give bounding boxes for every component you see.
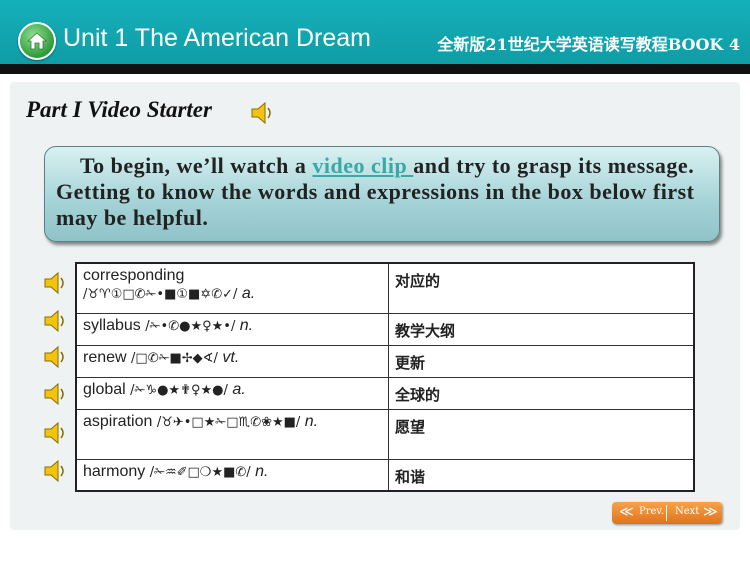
header-divider <box>0 64 750 74</box>
table-row: renew /□✆✁■✢◆∢/ vt. 更新 <box>75 344 695 378</box>
vocab-translation: 全球的 <box>388 376 695 410</box>
vocab-pronunciation: /✁♑●★✟♀★●/ <box>130 382 228 398</box>
double-chevron-right-icon[interactable]: ≫ <box>703 504 718 520</box>
vocabulary-table: corresponding /♉♈①□✆✁•■①■✡✆✓/ a. 对应的 syll… <box>75 262 695 492</box>
vocab-entry: renew /□✆✁■✢◆∢/ vt. <box>75 344 389 378</box>
pager: ≪ Prev. Next ≫ <box>612 502 722 524</box>
speaker-icon[interactable] <box>42 420 68 446</box>
vocab-word: syllabus <box>83 316 141 334</box>
speaker-icon[interactable] <box>42 344 68 370</box>
speaker-icon[interactable] <box>42 381 68 407</box>
table-row: global /✁♑●★✟♀★●/ a. 全球的 <box>75 376 695 410</box>
vocab-part-of-speech: n. <box>255 462 269 480</box>
vocab-pronunciation: /♉✈•□★✁□♏✆❀★■/ <box>156 414 301 430</box>
vocab-word: harmony <box>83 462 146 480</box>
part-title: Part I Video Starter <box>26 97 212 122</box>
home-icon <box>27 32 47 50</box>
table-row: aspiration /♉✈•□★✁□♏✆❀★■/ n. 愿望 <box>75 408 695 460</box>
next-button[interactable]: Next <box>675 506 699 517</box>
vocab-word: global <box>83 380 126 398</box>
vocab-part-of-speech: a. <box>241 285 256 302</box>
vocab-translation: 对应的 <box>388 262 695 314</box>
intro-text-before: To begin, we’ll watch a <box>80 153 313 178</box>
speaker-icon[interactable] <box>250 100 274 126</box>
home-button[interactable] <box>18 22 56 60</box>
vocab-translation: 教学大纲 <box>388 312 695 346</box>
pager-divider <box>666 505 667 521</box>
book-title: 全新版21世纪大学英语读写教程BOOK 4 <box>437 35 740 54</box>
vocab-entry: harmony /✁♒✐□❍★■✆/ n. <box>75 458 389 492</box>
vocab-word: corresponding <box>83 267 185 284</box>
speaker-icon[interactable] <box>42 308 68 334</box>
vocab-entry: aspiration /♉✈•□★✁□♏✆❀★■/ n. <box>75 408 389 460</box>
app-header: Unit 1 The American Dream 全新版21世纪大学英语读写教… <box>0 0 750 72</box>
vocab-pronunciation: /✁♒✐□❍★■✆/ <box>149 464 251 480</box>
table-row: harmony /✁♒✐□❍★■✆/ n. 和谐 <box>75 458 695 492</box>
vocab-pronunciation: /✁•✆●★♀★•/ <box>145 318 236 334</box>
video-clip-link[interactable]: video clip <box>312 153 413 178</box>
vocab-entry: corresponding /♉♈①□✆✁•■①■✡✆✓/ a. <box>75 262 389 314</box>
double-chevron-left-icon[interactable]: ≪ <box>619 504 634 520</box>
vocab-word: aspiration <box>83 412 153 430</box>
speaker-icon[interactable] <box>42 458 68 484</box>
prev-button[interactable]: Prev. <box>639 506 664 517</box>
vocab-pronunciation: /♉♈①□✆✁•■①■✡✆✓/ <box>83 287 238 302</box>
vocab-part-of-speech: n. <box>304 412 319 430</box>
intro-text: To begin, we’ll watch a video clip and t… <box>56 153 716 231</box>
vocab-word: renew <box>83 348 127 366</box>
vocab-translation: 愿望 <box>388 408 695 460</box>
vocab-translation: 和谐 <box>388 458 695 492</box>
table-row: syllabus /✁•✆●★♀★•/ n. 教学大纲 <box>75 312 695 346</box>
table-row: corresponding /♉♈①□✆✁•■①■✡✆✓/ a. 对应的 <box>75 262 695 314</box>
vocab-translation: 更新 <box>388 344 695 378</box>
vocab-part-of-speech: n. <box>239 316 254 334</box>
vocab-part-of-speech: vt. <box>222 348 240 366</box>
vocab-entry: global /✁♑●★✟♀★●/ a. <box>75 376 389 410</box>
speaker-icon[interactable] <box>42 270 68 296</box>
vocab-pronunciation: /□✆✁■✢◆∢/ <box>131 350 218 366</box>
vocab-entry: syllabus /✁•✆●★♀★•/ n. <box>75 312 389 346</box>
unit-title: Unit 1 The American Dream <box>63 24 371 52</box>
vocab-part-of-speech: a. <box>232 380 246 398</box>
